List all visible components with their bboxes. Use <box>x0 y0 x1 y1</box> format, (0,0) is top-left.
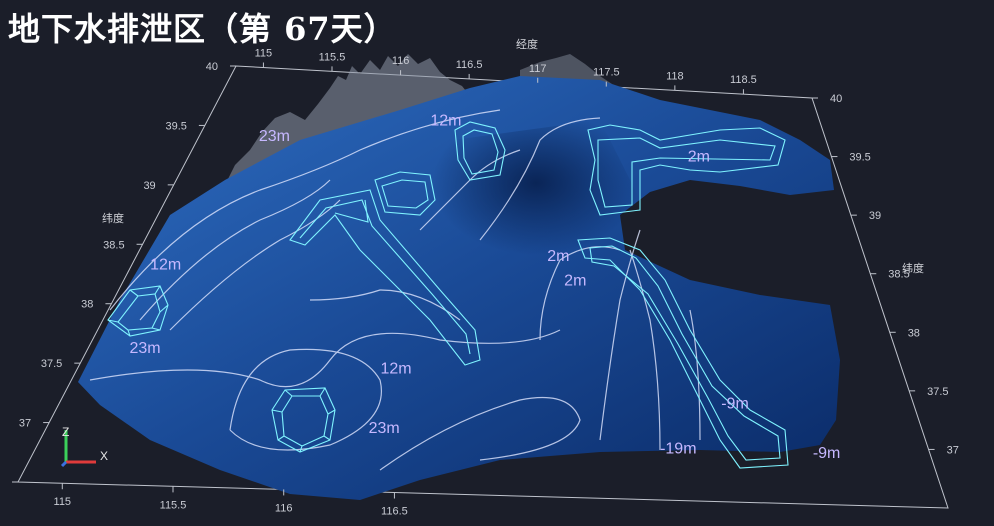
x-tick-front: 115 <box>54 496 72 508</box>
x-tick-front: 116 <box>275 502 293 514</box>
y-tick-left: 37 <box>19 418 31 430</box>
contour-label: -9m <box>813 445 841 462</box>
y-axis-title-left: 纬度 <box>102 211 124 225</box>
y-tick-left: 38 <box>81 299 93 311</box>
y-tick-left: 39 <box>143 180 155 192</box>
chart-canvas: 23m 12m 12m 23m 12m 23m 2m 2m 2m -9m -19m -9m 115 11… <box>12 37 959 518</box>
x-tick-front: 116.5 <box>381 506 408 518</box>
x-tick-back: 116 <box>392 55 410 67</box>
contour-label: 23m <box>259 128 290 145</box>
x-tick-back: 116.5 <box>456 59 483 71</box>
orientation-axes: Z X <box>60 425 108 468</box>
y-tick-left: 38.5 <box>103 239 124 251</box>
x-tick-back: 115.5 <box>319 51 346 63</box>
y-axis-title-right: 纬度 <box>902 261 924 275</box>
contour-label: 23m <box>369 420 400 437</box>
contour-label: -9m <box>721 395 749 412</box>
y-tick-left: 39.5 <box>165 120 186 132</box>
y-tick-right: 40 <box>830 93 842 105</box>
x-tick-back: 117.5 <box>593 67 620 79</box>
contour-label: -19m <box>660 441 696 458</box>
contour-label: 23m <box>129 340 160 357</box>
contour-label: 2m <box>564 272 586 289</box>
orientation-y-axis <box>60 460 68 468</box>
contour-label: 12m <box>150 256 181 273</box>
x-tick-front: 115.5 <box>160 499 187 511</box>
x-tick-back: 118 <box>666 70 684 82</box>
contour-label: 12m <box>430 113 461 130</box>
y-tick-right: 37 <box>947 444 959 456</box>
page-title: 地下水排泄区（第 67天） <box>8 10 397 48</box>
y-tick-right: 37.5 <box>927 386 948 398</box>
y-tick-left: 40 <box>206 61 218 73</box>
contour-label: 12m <box>380 361 411 378</box>
contour-label: 2m <box>688 149 710 166</box>
orientation-x-label: X <box>100 449 108 463</box>
x-tick-back: 117 <box>529 63 547 75</box>
y-tick-right: 38 <box>908 327 920 339</box>
y-tick-right: 39.5 <box>849 152 870 164</box>
contour-label: 2m <box>547 248 569 265</box>
x-tick-back: 118.5 <box>730 74 757 86</box>
y-tick-left: 37.5 <box>41 358 62 370</box>
x-axis-title: 经度 <box>516 37 538 51</box>
y-tick-right: 39 <box>869 210 881 222</box>
orientation-z-label: Z <box>62 425 69 439</box>
